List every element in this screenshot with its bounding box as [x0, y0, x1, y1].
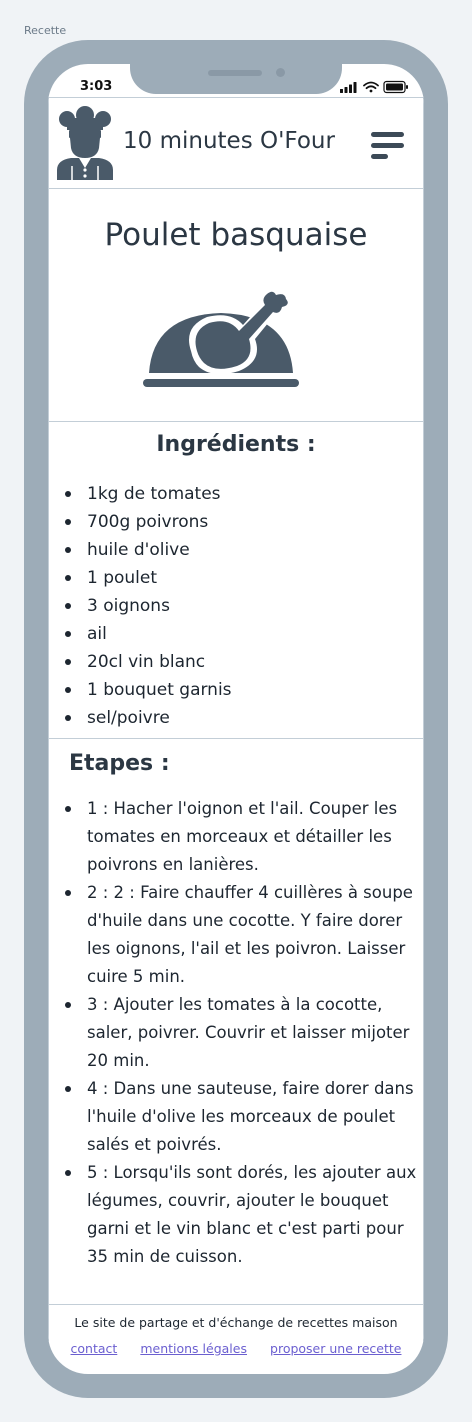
signal-icon — [340, 82, 357, 93]
legal-notice-link[interactable]: mentions légales — [140, 1341, 247, 1356]
list-item: 1 : Hacher l'oignon et l'ail. Couper les… — [63, 795, 417, 879]
list-item: 1kg de tomates — [63, 480, 232, 508]
steps-list: 1 : Hacher l'oignon et l'ail. Couper les… — [63, 795, 417, 1271]
list-item: 20cl vin blanc — [63, 648, 232, 676]
chef-icon[interactable] — [57, 106, 113, 180]
list-item: 3 oignons — [63, 592, 232, 620]
phone-notch — [130, 64, 342, 94]
recipe-hero: Poulet basquaise — [48, 188, 424, 422]
hamburger-menu-icon[interactable] — [371, 132, 407, 162]
propose-recipe-link[interactable]: proposer une recette — [270, 1341, 401, 1356]
front-camera — [276, 68, 285, 77]
list-item: 5 : Lorsqu'ils sont dorés, les ajouter a… — [63, 1159, 417, 1271]
list-item: 2 : 2 : Faire chauffer 4 cuillères à sou… — [63, 879, 417, 991]
site-footer: Le site de partage et d'échange de recet… — [48, 1304, 424, 1374]
list-item: huile d'olive — [63, 536, 232, 564]
status-icons — [340, 80, 408, 94]
list-item: 1 poulet — [63, 564, 232, 592]
list-item: sel/poivre — [63, 704, 232, 732]
ingredients-list: 1kg de tomates 700g poivrons huile d'oli… — [63, 480, 232, 732]
ingredients-heading: Ingrédients : — [156, 432, 316, 457]
recipe-title: Poulet basquaise — [104, 217, 368, 253]
speaker-grille — [208, 70, 262, 76]
site-header: 10 minutes O'Four — [48, 97, 424, 189]
roast-chicken-icon — [143, 285, 299, 387]
battery-icon — [383, 80, 408, 94]
steps-section: Etapes : 1 : Hacher l'oignon et l'ail. C… — [48, 738, 424, 1305]
wifi-icon — [363, 81, 379, 93]
steps-heading: Etapes : — [69, 751, 170, 776]
footer-links: contact mentions légales proposer une re… — [49, 1341, 423, 1356]
frame-label: Recette — [24, 24, 67, 37]
list-item: ail — [63, 620, 232, 648]
list-item: 1 bouquet garnis — [63, 676, 232, 704]
phone-screen: 3:03 10 minutes O'Four Poulet basquaise … — [48, 64, 424, 1374]
status-time: 3:03 — [80, 79, 113, 94]
phone-frame: 3:03 10 minutes O'Four Poulet basquaise … — [24, 40, 448, 1398]
ingredients-section: Ingrédients : 1kg de tomates 700g poivro… — [48, 421, 424, 739]
list-item: 700g poivrons — [63, 508, 232, 536]
list-item: 3 : Ajouter les tomates à la cocotte, sa… — [63, 991, 417, 1075]
list-item: 4 : Dans une sauteuse, faire dorer dans … — [63, 1075, 417, 1159]
contact-link[interactable]: contact — [71, 1341, 118, 1356]
footer-tagline: Le site de partage et d'échange de recet… — [74, 1315, 398, 1330]
site-title[interactable]: 10 minutes O'Four — [123, 128, 335, 154]
